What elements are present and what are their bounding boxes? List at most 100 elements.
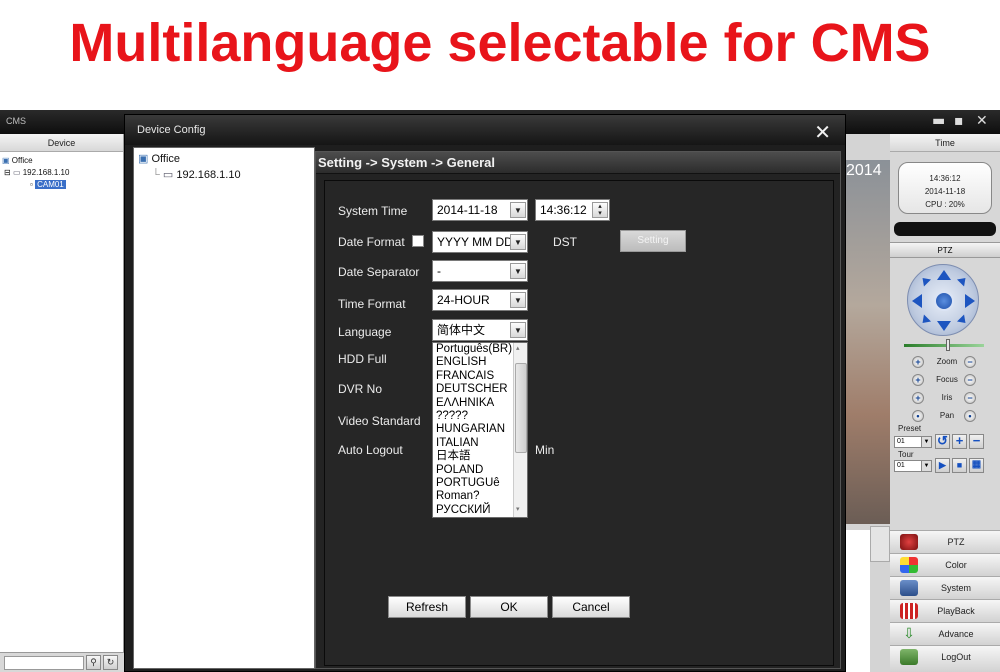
grid-icon[interactable]: ▦ bbox=[969, 458, 984, 473]
pan-label: Pan bbox=[939, 411, 955, 420]
video-scroll-control[interactable] bbox=[870, 526, 890, 562]
menu-color-button[interactable]: Color bbox=[890, 553, 1000, 576]
tree-item-device[interactable]: ⊟ ▭ 192.168.1.10 bbox=[4, 168, 69, 177]
play-icon[interactable]: ▶ bbox=[935, 458, 950, 473]
language-option[interactable]: ΕΛΛΗΝΙΚΑ bbox=[436, 397, 494, 410]
pan-stop-icon[interactable]: • bbox=[964, 410, 976, 422]
language-option[interactable]: ENGLISH bbox=[436, 356, 487, 369]
restore-icon[interactable]: ▪ bbox=[954, 113, 964, 129]
language-list-scroll-thumb[interactable] bbox=[515, 363, 527, 453]
banner: Multilanguage selectable for CMS bbox=[0, 0, 1000, 110]
tour-select[interactable]: 01 ▼ bbox=[894, 460, 932, 472]
time-format-select[interactable]: 24-HOUR ▼ bbox=[432, 289, 528, 311]
system-time-label: System Time bbox=[338, 204, 408, 218]
arrow-down-right-icon[interactable] bbox=[956, 314, 970, 327]
menu-logout-button[interactable]: LogOut bbox=[890, 645, 1000, 672]
date-format-value: YYYY MM DD bbox=[437, 235, 513, 249]
language-option[interactable]: POLAND bbox=[436, 464, 483, 477]
language-dropdown-list[interactable]: Português(BR) ENGLISH FRANCAIS DEUTSCHER… bbox=[432, 342, 528, 518]
zoom-control: + Zoom − bbox=[912, 356, 982, 370]
setting-button[interactable]: Setting bbox=[620, 230, 686, 252]
dialog-tree-device[interactable]: └ ▭ 192.168.1.10 bbox=[152, 168, 241, 181]
tree-item-camera[interactable]: ▫ CAM01 bbox=[30, 180, 66, 189]
language-select[interactable]: 简体中文 ▼ bbox=[432, 319, 528, 341]
tree-item-office[interactable]: ▣ Office bbox=[2, 156, 33, 165]
ok-button[interactable]: OK bbox=[470, 596, 548, 618]
preset-select[interactable]: 01 ▼ bbox=[894, 436, 932, 448]
close-icon[interactable]: ✕ bbox=[976, 113, 988, 129]
zoom-label: Zoom bbox=[936, 357, 958, 366]
arrow-left-icon[interactable] bbox=[912, 294, 922, 308]
arrow-down-icon[interactable] bbox=[937, 321, 951, 331]
language-option[interactable]: ITALIAN bbox=[436, 437, 479, 450]
preset-add-icon[interactable]: + bbox=[952, 434, 967, 449]
menu-playback-button[interactable]: PlayBack bbox=[890, 599, 1000, 622]
iris-out-icon[interactable]: − bbox=[964, 392, 976, 404]
dialog-titlebar: Device Config ✕ bbox=[125, 115, 845, 145]
language-option[interactable]: FRANCAIS bbox=[436, 370, 494, 383]
dialog-tree-office[interactable]: ▣ Office bbox=[138, 152, 180, 165]
focus-out-icon[interactable]: − bbox=[964, 374, 976, 386]
ptz-icon bbox=[900, 534, 918, 550]
dst-label: DST bbox=[553, 235, 577, 249]
language-option[interactable]: ????? bbox=[436, 410, 468, 423]
refresh-button[interactable]: Refresh bbox=[388, 596, 466, 618]
banner-title: Multilanguage selectable for CMS bbox=[69, 13, 931, 73]
control-panel: Time 14:36:12 2014-11-18 CPU : 20% PTZ +… bbox=[890, 134, 1000, 672]
ptz-speed-thumb[interactable] bbox=[946, 339, 950, 351]
dst-checkbox[interactable] bbox=[412, 235, 424, 247]
tree-label: CAM01 bbox=[35, 180, 66, 189]
language-option[interactable]: РУССКИЙ bbox=[436, 504, 491, 517]
date-format-select[interactable]: YYYY MM DD ▼ bbox=[432, 231, 528, 253]
language-option[interactable]: Roman? bbox=[436, 490, 479, 503]
scroll-up-icon[interactable]: ▴ bbox=[516, 344, 520, 352]
cancel-button[interactable]: Cancel bbox=[552, 596, 630, 618]
chevron-down-icon: ▼ bbox=[510, 234, 526, 250]
language-option[interactable]: HUNGARIAN bbox=[436, 423, 505, 436]
language-list-scrollbar[interactable]: ▴ ▾ bbox=[513, 343, 527, 517]
chevron-down-icon: ▼ bbox=[510, 292, 526, 308]
ptz-speed-slider[interactable] bbox=[904, 344, 984, 347]
pan-control: • Pan • bbox=[912, 410, 982, 424]
settings-panel: Setting -> System -> General bbox=[315, 151, 841, 669]
preset-call-icon[interactable]: ↺ bbox=[935, 434, 950, 449]
pan-start-icon[interactable]: • bbox=[912, 410, 924, 422]
menu-advance-button[interactable]: ⇩ Advance bbox=[890, 622, 1000, 645]
preset-remove-icon[interactable]: − bbox=[969, 434, 984, 449]
iris-in-icon[interactable]: + bbox=[912, 392, 924, 404]
language-option[interactable]: 日本語 bbox=[436, 450, 471, 463]
search-icon[interactable]: ⚲ bbox=[86, 655, 101, 670]
scroll-down-icon[interactable]: ▾ bbox=[516, 505, 520, 513]
date-separator-select[interactable]: - ▼ bbox=[432, 260, 528, 282]
menu-ptz-button[interactable]: PTZ bbox=[890, 530, 1000, 553]
chevron-down-icon: ▼ bbox=[921, 437, 931, 447]
stop-icon[interactable]: ■ bbox=[952, 458, 967, 473]
zoom-in-icon[interactable]: + bbox=[912, 356, 924, 368]
zoom-out-icon[interactable]: − bbox=[964, 356, 976, 368]
arrow-down-left-icon[interactable] bbox=[918, 314, 932, 327]
language-option[interactable]: Português(BR) bbox=[436, 343, 512, 356]
date-select[interactable]: 2014-11-18 ▼ bbox=[432, 199, 528, 221]
ptz-center-button[interactable] bbox=[934, 291, 954, 311]
ptz-direction-pad[interactable] bbox=[907, 264, 979, 336]
language-option[interactable]: PORTUGUê bbox=[436, 477, 500, 490]
tree-label: Office bbox=[151, 153, 180, 165]
arrow-up-left-icon[interactable] bbox=[918, 274, 932, 287]
time-spinner[interactable]: 14:36:12 ▴ ▾ bbox=[535, 199, 610, 221]
arrow-right-icon[interactable] bbox=[965, 294, 975, 308]
spinner-icon: ▴ ▾ bbox=[592, 202, 608, 218]
arrow-up-icon[interactable] bbox=[937, 270, 951, 280]
menu-system-button[interactable]: System bbox=[890, 576, 1000, 599]
video-view[interactable] bbox=[846, 160, 890, 524]
device-search-input[interactable] bbox=[4, 656, 84, 670]
language-option[interactable]: DEUTSCHER bbox=[436, 383, 508, 396]
preset-label: Preset bbox=[898, 424, 922, 433]
focus-in-icon[interactable]: + bbox=[912, 374, 924, 386]
minimize-icon[interactable]: ▬ bbox=[932, 113, 945, 129]
ptz-header: PTZ bbox=[890, 242, 1000, 258]
device-header: Device bbox=[0, 134, 123, 152]
refresh-icon[interactable]: ↻ bbox=[103, 655, 118, 670]
arrow-up-right-icon[interactable] bbox=[956, 274, 970, 287]
close-icon[interactable]: ✕ bbox=[814, 120, 831, 144]
folder-icon: ▣ bbox=[2, 156, 10, 165]
